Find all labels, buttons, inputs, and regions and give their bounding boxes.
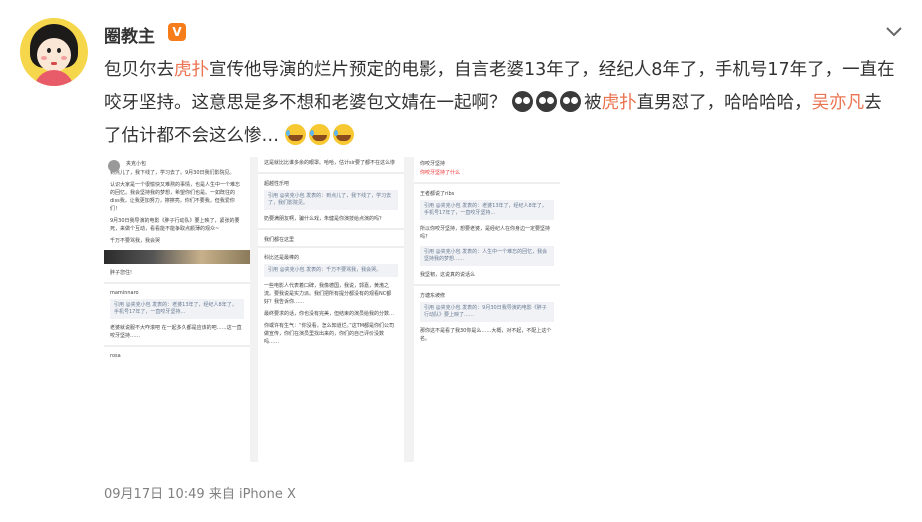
quote-block: 引用 @夹克小包 发表的：到点儿了，我下线了，学习去了，我们影院见。 xyxy=(264,190,398,210)
avatar-eye xyxy=(57,48,61,53)
avatar[interactable] xyxy=(20,18,88,86)
comment-text: 到点儿了，我下线了，学习去了。9月30日我们影院见。 xyxy=(110,170,235,176)
comment-author: maminnaro xyxy=(110,290,139,296)
comment-author: 超越性乐吧 xyxy=(264,181,290,187)
comment-avatar xyxy=(108,160,120,172)
post-timestamp[interactable]: 09月17日 10:49 xyxy=(104,487,205,502)
comment-text: 胖子您住! xyxy=(110,270,133,276)
avatar-face xyxy=(37,38,71,72)
comment-author: 王者都说了ribs xyxy=(420,191,455,197)
cry-face-icon xyxy=(560,91,582,112)
topic-link-hupu[interactable]: 虎扑 xyxy=(174,60,209,80)
divider xyxy=(104,345,250,347)
comment-text: 千万不要骂我，我会哭 xyxy=(110,238,161,244)
laugh-tears-icon xyxy=(332,124,354,145)
verified-v-icon: V xyxy=(168,23,186,41)
avatar-eye xyxy=(47,48,51,53)
comment-author: 你咬牙坚持 xyxy=(420,161,446,167)
divider xyxy=(104,282,250,284)
mention-link-wuyifan[interactable]: 吴亦凡 xyxy=(812,93,865,113)
comment-text: 那你这不是看了我30你是么……大概，对不起，不配上这个名。 xyxy=(420,328,552,342)
post-segment: 被 xyxy=(584,93,602,113)
comment-text: 一些电影人代表着口碑，我像德国，我说，郭嘉，黄渤之流。要我说是实力派。我们把所有… xyxy=(264,283,392,305)
comment-author: 我们都在这里 xyxy=(264,237,295,243)
screenshot-3: 你咬牙坚持 你咬牙坚持了什么 王者都说了ribs 引用 @夹克小包 发表的：老婆… xyxy=(414,157,560,462)
post-segment: 直男怼了，哈哈哈哈， xyxy=(636,93,812,113)
comment-author: rosa xyxy=(110,353,121,359)
quote-block: 引用 @夹克小包 发表的：人生中一个难忘的回忆，我会坚持我的梦想…… xyxy=(420,246,554,266)
comment-author: 方塘东坡修 xyxy=(420,293,446,299)
post-image[interactable]: 夹克小包 到点儿了，我下线了，学习去了。9月30日我们影院见。 认识大家是一个很… xyxy=(104,157,560,462)
post-source: 来自 iPhone X xyxy=(208,487,296,502)
avatar-cheek xyxy=(61,56,67,60)
comment-author: 科比还是最棒的 xyxy=(264,255,300,261)
divider xyxy=(414,182,560,184)
comment-text: 9月30日我导演的电影《胖子行动队》要上映了，紧张的要死，来做个互动，看看能不能… xyxy=(110,218,240,232)
laugh-tears-icon xyxy=(284,124,306,145)
comment-text: 你咬牙坚持了什么 xyxy=(420,170,461,176)
comment-author: 夹克小包 xyxy=(126,161,147,167)
quote-block: 引用 @夹克小包 发表的：老婆13年了，经纪人8年了，手机号17年了，一直咬牙坚… xyxy=(420,200,554,220)
chevron-down-icon[interactable] xyxy=(884,24,904,40)
quote-block: 引用 @夹克小包 发表的：千万不要骂我，我会哭。 xyxy=(264,264,398,277)
comment-text: 奶要满朋友啊，骗什么戏，朱健是你演技给点演的吗？ xyxy=(264,216,385,222)
topic-link-hupu[interactable]: 虎扑 xyxy=(602,93,637,113)
screenshot-1: 夹克小包 到点儿了，我下线了，学习去了。9月30日我们影院见。 认识大家是一个很… xyxy=(104,157,250,462)
comment-text: 最终要求的话，你也没有完美，但结束的演员给我的分数… xyxy=(264,311,395,317)
quote-block: 引用 @夹克小包 发表的：9月30日我导演的电影《胖子行动队》要上映了…… xyxy=(420,302,554,322)
cry-face-icon xyxy=(512,91,534,112)
screenshot-2: 这是就比比谁多余的眼罩。哈哈，估计sir要了都不在这么惨 超越性乐吧 引用 @夹… xyxy=(258,157,404,462)
post-text: 包贝尔去虎扑宣传他导演的烂片预定的电影，自言老婆13年了，经纪人8年了，手机号1… xyxy=(104,54,899,153)
post-segment: 包贝尔去 xyxy=(104,60,174,80)
avatar-mouth xyxy=(51,62,57,65)
comment-text: 老婆就说服不大咋滚吧 在一起多久都是应该的吧……这一直咬牙坚持…… xyxy=(110,325,242,339)
divider xyxy=(258,246,404,248)
divider xyxy=(414,284,560,286)
comment-text: 这是就比比谁多余的眼罩。哈哈，估计sir要了都不在这么惨 xyxy=(264,160,396,166)
divider xyxy=(258,172,404,174)
avatar-body xyxy=(34,70,74,86)
cry-face-icon xyxy=(536,91,558,112)
image-stripe xyxy=(104,250,250,264)
divider xyxy=(258,228,404,230)
avatar-cheek xyxy=(41,56,47,60)
post-meta: 09月17日 10:49 来自 iPhone X xyxy=(104,483,296,502)
comment-text: 你或许有生气：“你没看，怎么知道烂。”这TM都是你们公司做宣传，你们在演员里找出… xyxy=(264,323,395,345)
quote-block: 引用 @夹克小包 发表的：老婆13年了，经纪人8年了，手机号17年了，一直咬牙坚… xyxy=(110,299,244,319)
laugh-tears-icon xyxy=(308,124,330,145)
comment-text: 我坚韧，这说真的说话么 xyxy=(420,272,476,278)
username[interactable]: 圈教主 xyxy=(104,22,155,47)
comment-text: 所以你咬牙坚持，想要老婆，是经纪人在你身边一定要坚持吗？ xyxy=(420,226,551,240)
comment-text: 认识大家是一个很愉快又难熬的事情，也是人生中一个难忘的回忆。我会坚持我的梦想，希… xyxy=(110,182,241,212)
